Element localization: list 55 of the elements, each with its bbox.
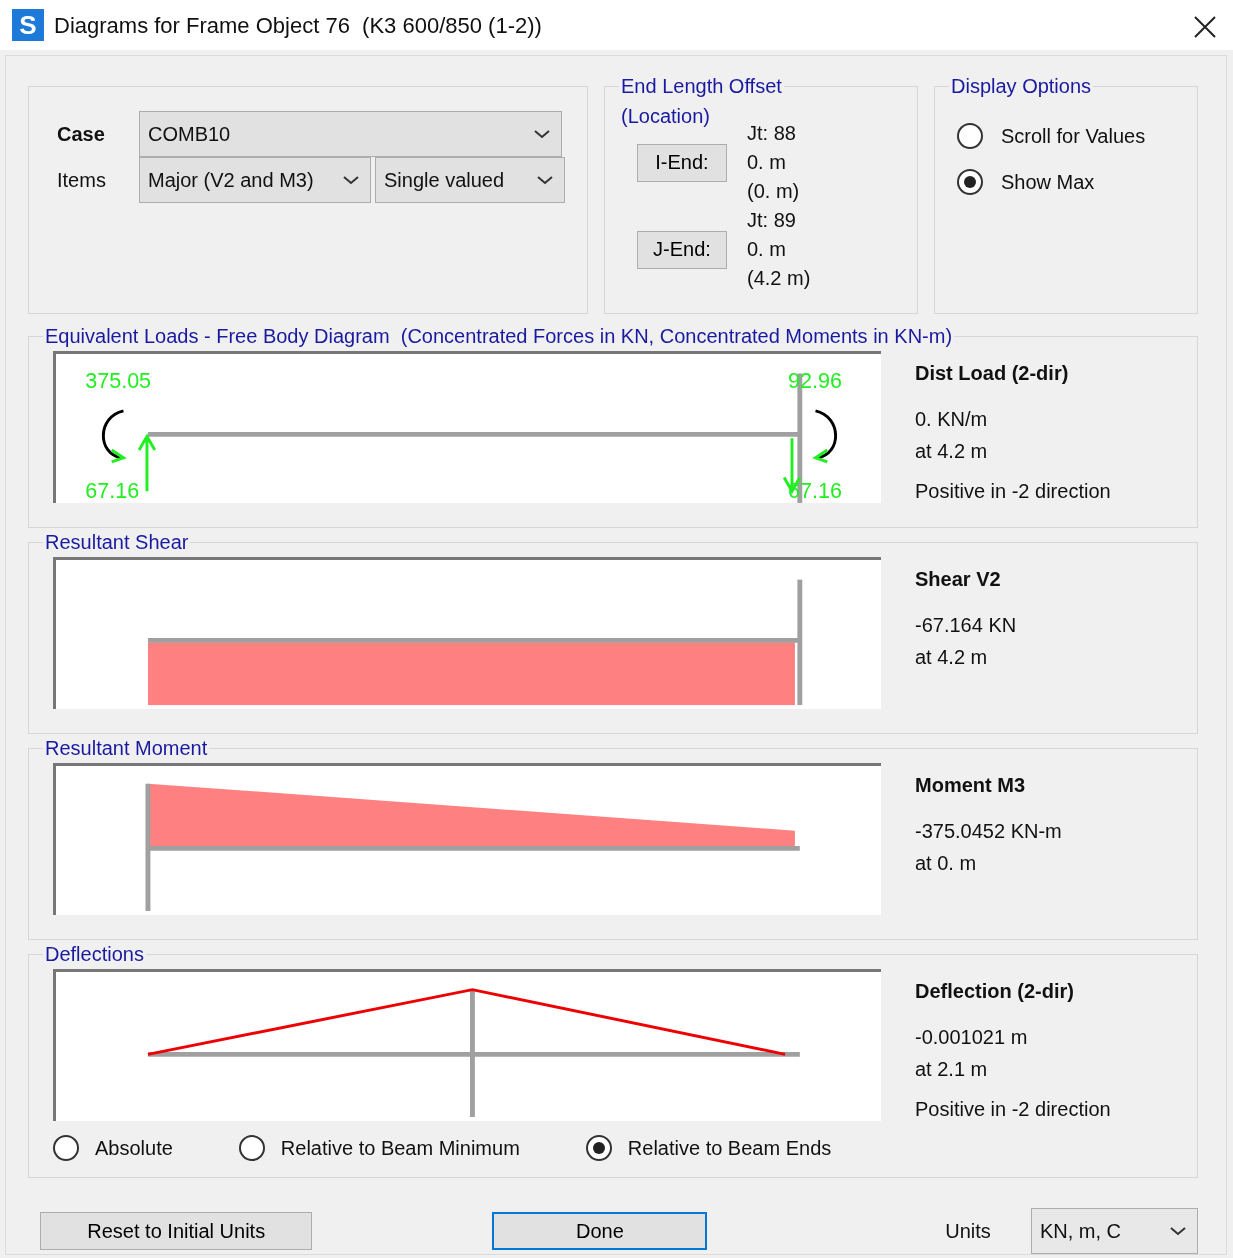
moment-arrow-icon	[812, 409, 837, 464]
offset-value: 0. m	[747, 150, 787, 175]
offset-value: 0. m	[747, 237, 787, 262]
info-text: at 0. m	[915, 851, 978, 876]
end-button[interactable]: J-End:	[637, 230, 727, 269]
caret-icon	[1169, 1225, 1187, 1237]
location-value: (4.2 m)	[747, 266, 811, 291]
caret-icon	[533, 128, 551, 140]
radio-button[interactable]	[53, 1135, 79, 1161]
radio-button[interactable]	[238, 1135, 265, 1161]
radio-label: Scroll for Values	[1001, 124, 1146, 149]
force-value: 375.05	[85, 368, 152, 394]
caret-icon	[536, 174, 554, 186]
reset-button[interactable]: Reset to Initial Units	[40, 1212, 313, 1250]
force-arrow-icon	[137, 433, 157, 493]
info-title: Dist Load (2-dir)	[915, 361, 1070, 386]
window-title: Diagrams for Frame Object 76 (K3 600/850 (1-2))	[54, 11, 542, 40]
joint-label: Jt: 89	[747, 208, 797, 233]
force-value: 67.16	[85, 478, 140, 503]
app-icon: S	[12, 9, 44, 41]
caret-icon	[342, 174, 360, 186]
radio-button[interactable]	[585, 1135, 612, 1161]
radio-label: Show Max	[1001, 170, 1095, 195]
info-text: -0.001021 m	[915, 1025, 1029, 1050]
radio-button[interactable]	[957, 123, 983, 149]
info-title: Shear V2	[915, 567, 1002, 592]
case-label: Case	[57, 122, 106, 147]
moment-arrow-icon	[102, 409, 127, 464]
items-label: Items	[57, 168, 107, 193]
radio-label: Absolute	[95, 1136, 173, 1161]
case-dropdown[interactable]: COMB10	[139, 111, 562, 157]
units-label: Units	[945, 1219, 991, 1244]
items-dropdown[interactable]: Single valued	[375, 157, 565, 203]
radio-label: Relative to Beam Ends	[627, 1136, 832, 1161]
group-subtitle: (Location)	[621, 104, 710, 129]
info-text: -375.0452 KN-m	[915, 819, 1062, 844]
location-value: (0. m)	[747, 179, 800, 204]
info-text: Positive in -2 direction	[915, 1097, 1111, 1122]
radio-button[interactable]	[957, 169, 983, 195]
units-dropdown[interactable]: KN, m, C	[1030, 1208, 1198, 1254]
info-text: 0. KN/m	[915, 407, 989, 432]
info-text: -67.164 KN	[915, 613, 1017, 638]
info-text: at 4.2 m	[915, 439, 989, 464]
info-text: Positive in -2 direction	[915, 479, 1111, 504]
end-button[interactable]: I-End:	[637, 143, 727, 182]
joint-label: Jt: 88	[747, 121, 797, 146]
force-value: 92.96	[788, 368, 842, 394]
radio-label: Relative to Beam Minimum	[280, 1136, 520, 1161]
info-title: Moment M3	[915, 773, 1026, 798]
items-dropdown[interactable]: Major (V2 and M3)	[139, 157, 371, 203]
close-icon	[1193, 14, 1217, 39]
done-button[interactable]: Done	[492, 1212, 708, 1250]
info-title: Deflection (2-dir)	[915, 979, 1075, 1004]
info-text: at 4.2 m	[915, 645, 989, 670]
info-text: at 2.1 m	[915, 1057, 989, 1082]
